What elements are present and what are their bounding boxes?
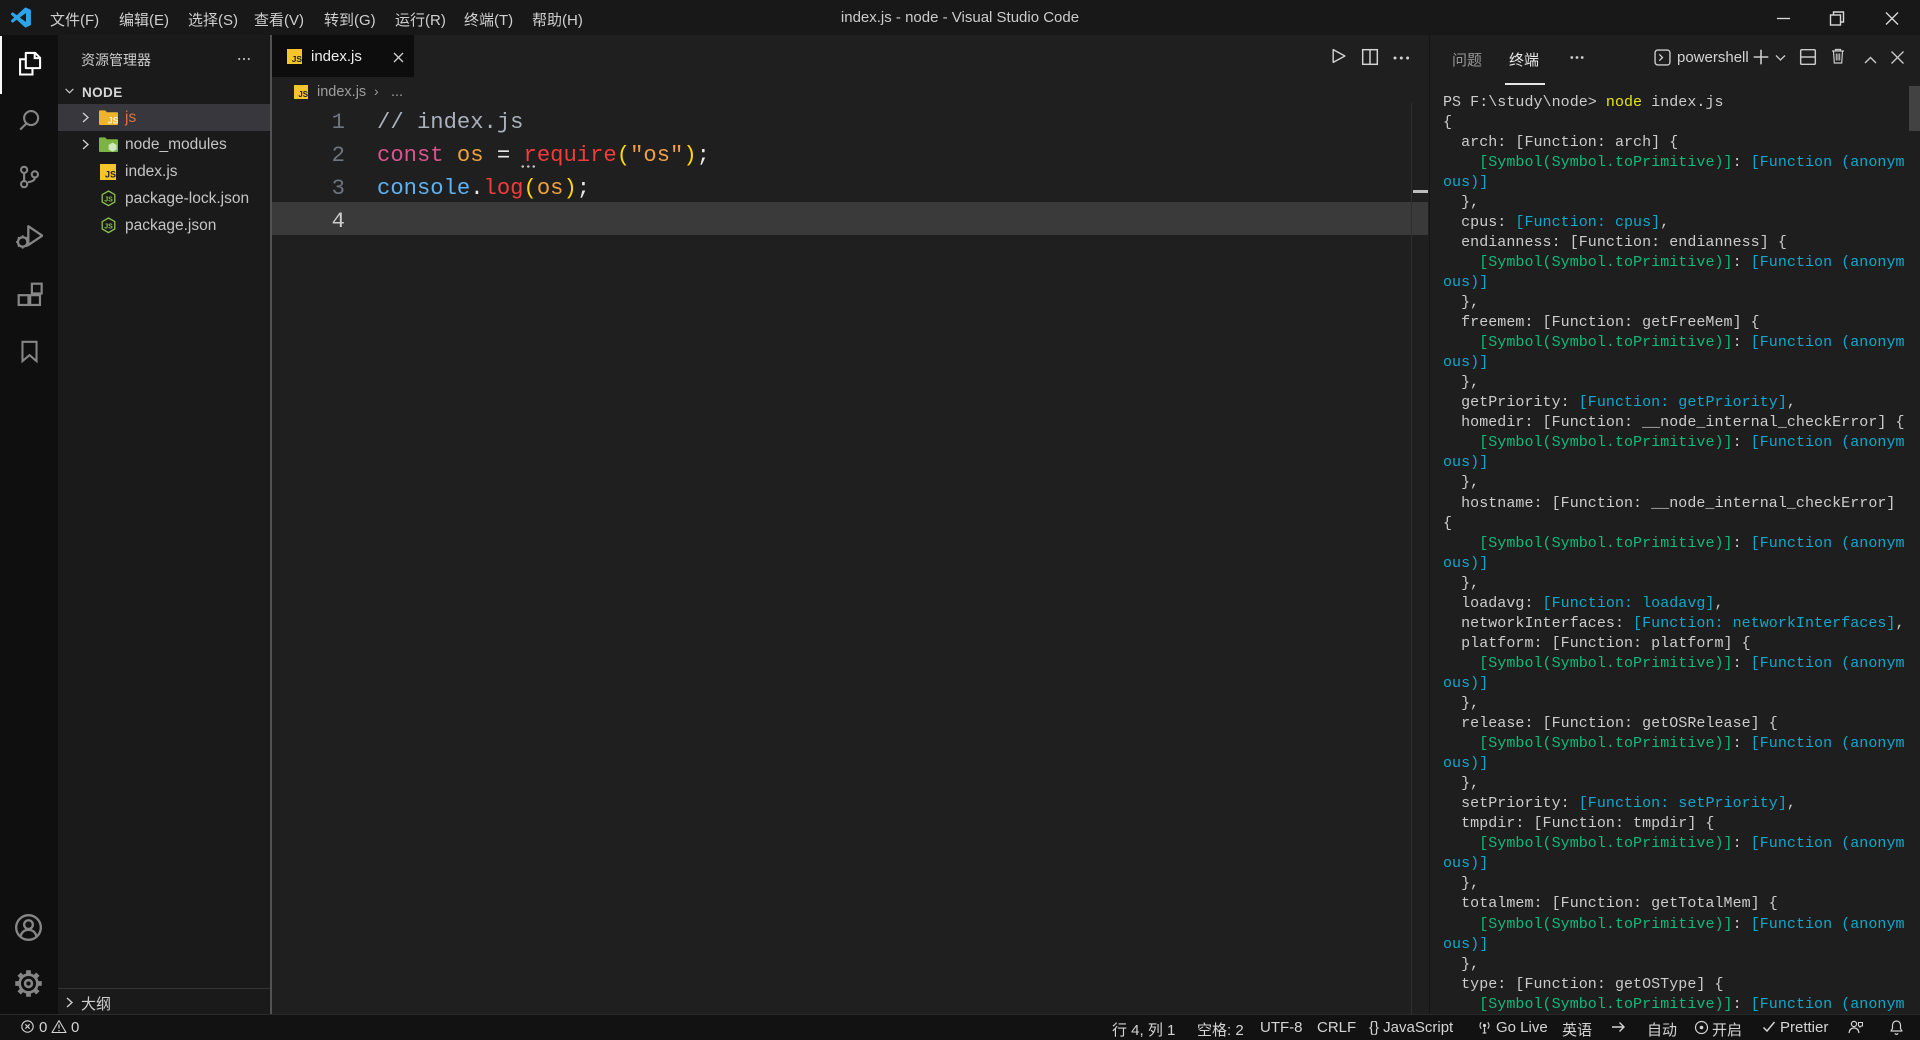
svg-text:JS: JS bbox=[105, 170, 116, 180]
svg-text:JS: JS bbox=[104, 197, 113, 204]
svg-text:JS: JS bbox=[104, 224, 113, 231]
svg-text:JS: JS bbox=[108, 115, 118, 125]
svg-text:JS: JS bbox=[298, 90, 308, 99]
svg-text:JS: JS bbox=[292, 54, 302, 64]
